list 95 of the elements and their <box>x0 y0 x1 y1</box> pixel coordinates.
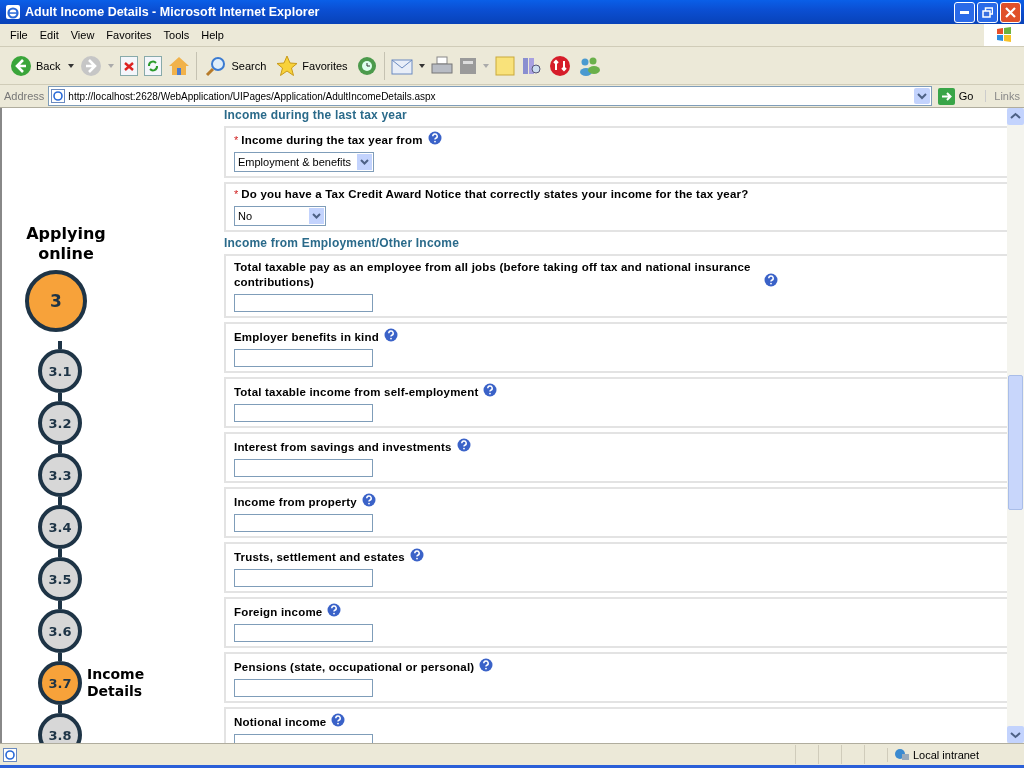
field-label: Foreign income <box>234 605 323 620</box>
input-field[interactable] <box>234 514 373 532</box>
help-icon[interactable] <box>327 603 342 617</box>
step-connector <box>58 653 62 661</box>
scrollbar[interactable] <box>1007 108 1024 743</box>
step-connector <box>58 393 62 401</box>
home-icon[interactable] <box>168 54 191 77</box>
step-connector <box>58 497 62 505</box>
field-label: Total taxable income from self-employment <box>234 385 479 400</box>
minimize-button[interactable] <box>954 1 975 23</box>
dropdown[interactable]: Employment & benefits <box>234 152 375 172</box>
field-label: Trusts, settlement and estates <box>234 550 405 565</box>
help-icon[interactable] <box>764 273 778 287</box>
step-circle: 3.6 <box>38 609 82 653</box>
menu-item[interactable]: Edit <box>33 29 65 41</box>
printer-icon[interactable] <box>430 55 453 76</box>
step-connector <box>58 601 62 609</box>
restore-button[interactable] <box>977 1 998 23</box>
refresh-icon[interactable] <box>144 55 163 76</box>
step-connector <box>58 705 62 713</box>
input-field[interactable] <box>234 459 373 477</box>
section-heading: Income during the last tax year <box>224 108 408 122</box>
help-icon[interactable] <box>427 131 442 145</box>
field-label: Notional income <box>234 715 327 730</box>
menu-item[interactable]: View <box>64 29 101 41</box>
input-field[interactable] <box>234 294 373 312</box>
step-circle: 3.3 <box>38 453 82 497</box>
menu-item[interactable]: Help <box>195 29 230 41</box>
network-icon <box>894 747 910 762</box>
section-heading: Income from Employment/Other Income <box>224 236 461 250</box>
menu-item[interactable]: Favorites <box>100 29 158 41</box>
input-field[interactable] <box>234 349 373 367</box>
zone-indicator: Local intranet <box>887 747 1024 762</box>
stop-icon[interactable] <box>120 55 139 76</box>
step-caption: Income Details <box>87 666 146 700</box>
arrows-circle-icon[interactable] <box>548 54 571 77</box>
search-button[interactable]: Search <box>203 54 269 77</box>
page-icon <box>3 747 17 762</box>
help-icon[interactable] <box>383 328 398 342</box>
input-field[interactable] <box>234 569 373 587</box>
dropdown[interactable]: No <box>234 206 326 226</box>
scroll-thumb[interactable] <box>1008 375 1023 510</box>
minimize-icon <box>960 10 969 14</box>
address-label: Address <box>4 90 45 102</box>
history-icon[interactable] <box>355 54 378 77</box>
field-label: Employer benefits in kind <box>234 330 379 345</box>
input-field[interactable] <box>234 404 373 422</box>
caret-icon[interactable] <box>68 63 75 68</box>
edit-icon[interactable] <box>458 56 477 75</box>
menu-item[interactable]: File <box>4 29 34 41</box>
step-circle: 3 <box>25 270 87 332</box>
star-icon <box>276 54 299 77</box>
step-circle: 3.7 <box>38 661 82 705</box>
field-label: Income during the tax year from <box>241 133 423 148</box>
scroll-up-icon[interactable] <box>1007 108 1024 125</box>
field-label: Total taxable pay as an employee from all jobs (before taking off tax and national insurance contributions) <box>234 260 752 290</box>
required-mark: * <box>234 187 239 202</box>
scroll-down-icon[interactable] <box>1007 726 1024 743</box>
help-icon[interactable] <box>479 658 494 672</box>
input-field[interactable] <box>234 679 373 697</box>
field-label: Pensions (state, occupational or personal) <box>234 660 475 675</box>
field-label: Do you have a Tax Credit Award Notice that correctly states your income for the tax year? <box>241 187 749 202</box>
input-field[interactable] <box>234 624 373 642</box>
help-icon[interactable] <box>456 438 471 452</box>
window-title: Adult Income Details - Microsoft Internet Explorer <box>25 5 321 19</box>
step-circle: 3.8 <box>38 713 82 743</box>
restore-icon <box>982 6 993 18</box>
caret-icon[interactable] <box>418 63 425 68</box>
windows-flag-icon <box>995 26 1013 44</box>
browser-icon <box>5 4 21 20</box>
step-connector <box>58 549 62 557</box>
address-field[interactable]: http://localhost:2628/WebApplication/UIPages/Application/AdultIncomeDetails.aspx <box>48 86 932 106</box>
step-circle: 3.5 <box>38 557 82 601</box>
menu-item[interactable]: Tools <box>157 29 196 41</box>
help-icon[interactable] <box>409 548 424 562</box>
close-button[interactable] <box>1000 1 1021 23</box>
help-icon[interactable] <box>361 493 376 507</box>
help-icon[interactable] <box>483 383 498 397</box>
required-mark: * <box>234 133 239 148</box>
step-connector <box>58 341 62 349</box>
page-icon <box>51 89 66 103</box>
favorites-button[interactable]: Favorites <box>274 54 350 77</box>
step-connector <box>58 445 62 453</box>
help-icon[interactable] <box>331 713 346 727</box>
url-text: http://localhost:2628/WebApplication/UIPages/Application/AdultIncomeDetails.aspx <box>68 90 437 102</box>
magnifier-icon <box>205 54 228 77</box>
field-label: Interest from savings and investments <box>234 440 452 455</box>
go-button[interactable]: Go <box>935 87 982 105</box>
close-icon <box>1005 6 1016 18</box>
applying-online-heading: Applying online <box>25 224 107 264</box>
step-circle: 3.4 <box>38 505 82 549</box>
field-label: Income from property <box>234 495 357 510</box>
back-button[interactable]: Back <box>8 54 63 77</box>
step-circle: 3.1 <box>38 349 82 393</box>
step-circle: 3.2 <box>38 401 82 445</box>
